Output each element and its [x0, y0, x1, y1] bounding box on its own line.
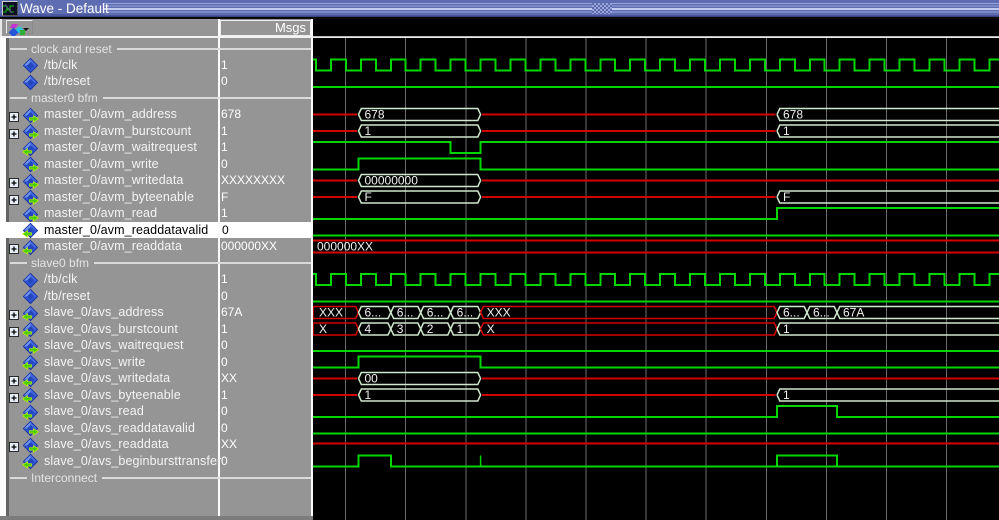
svg-text:1: 1: [783, 322, 790, 336]
svg-text:6...: 6...: [365, 306, 382, 320]
svg-text:6...: 6...: [397, 306, 414, 320]
svg-text:1: 1: [365, 124, 372, 138]
svg-text:678: 678: [783, 108, 803, 122]
svg-text:X: X: [487, 322, 495, 336]
svg-text:1: 1: [457, 322, 464, 336]
svg-text:6...: 6...: [457, 306, 474, 320]
svg-text:2: 2: [427, 322, 434, 336]
svg-text:67A: 67A: [843, 306, 864, 320]
svg-text:000000XX: 000000XX: [317, 240, 373, 254]
svg-text:4: 4: [365, 322, 372, 336]
svg-text:00: 00: [365, 372, 379, 386]
svg-text:00000000: 00000000: [365, 174, 419, 188]
svg-text:6...: 6...: [813, 306, 830, 320]
svg-text:6...: 6...: [783, 306, 800, 320]
svg-text:1: 1: [783, 388, 790, 402]
svg-text:F: F: [783, 190, 790, 204]
svg-text:6...: 6...: [427, 306, 444, 320]
svg-text:1: 1: [783, 124, 790, 138]
svg-text:X: X: [319, 322, 327, 336]
svg-text:XXX: XXX: [487, 306, 511, 320]
svg-text:XXX: XXX: [319, 306, 343, 320]
svg-text:678: 678: [365, 108, 385, 122]
svg-text:3: 3: [397, 322, 404, 336]
svg-text:F: F: [365, 190, 372, 204]
svg-text:1: 1: [365, 388, 372, 402]
